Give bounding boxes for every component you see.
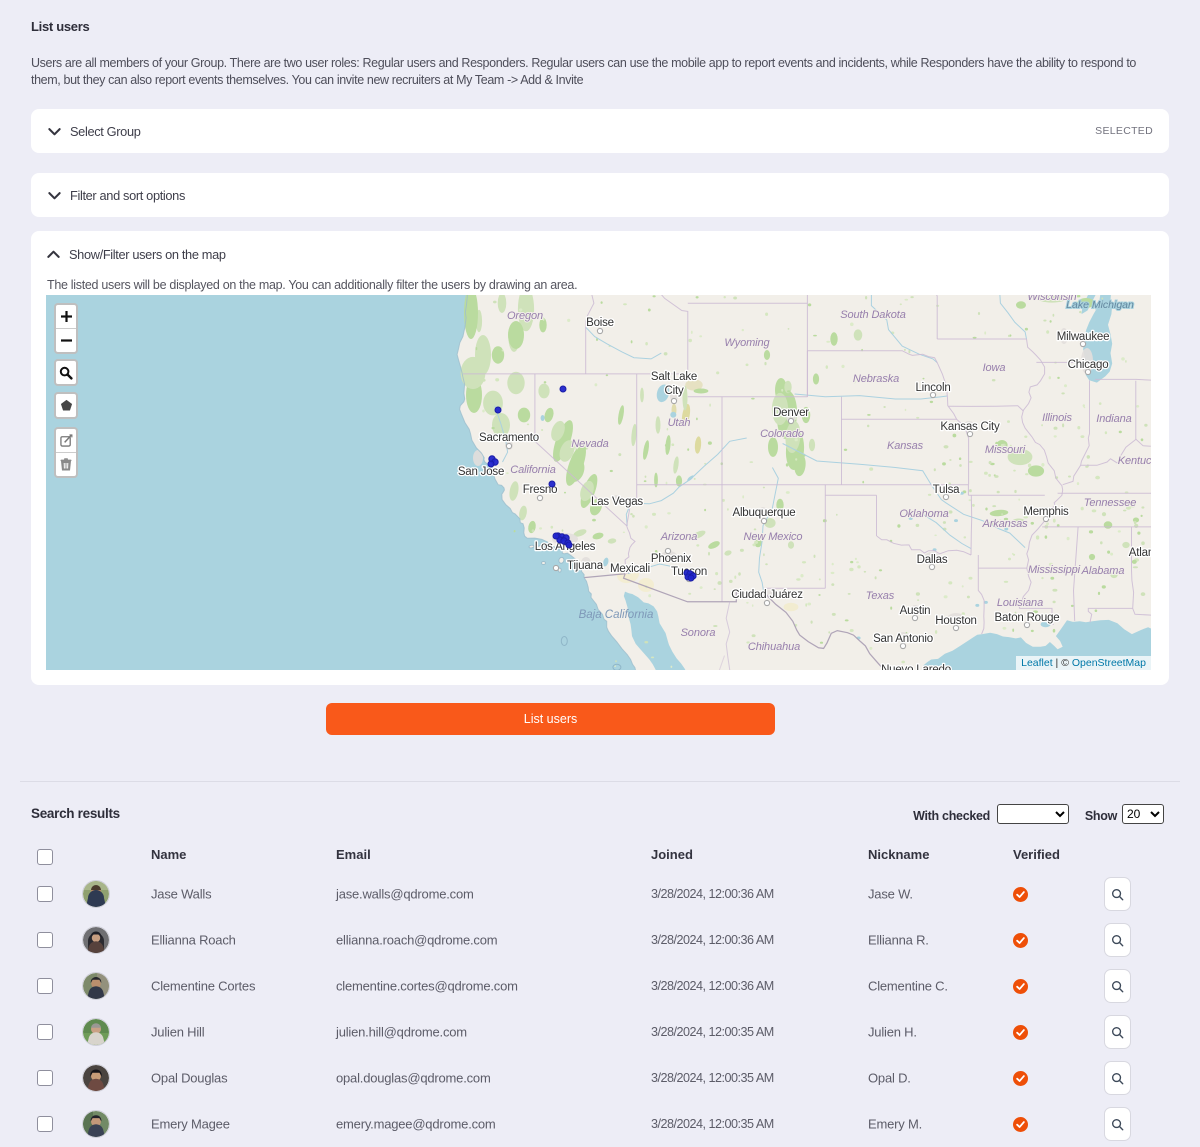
- svg-text:Atlanta: Atlanta: [1129, 547, 1151, 559]
- svg-text:Missouri: Missouri: [985, 444, 1026, 456]
- svg-text:South Dakota: South Dakota: [840, 309, 905, 321]
- svg-text:Sonora: Sonora: [681, 627, 716, 639]
- svg-text:Memphis: Memphis: [1023, 506, 1069, 518]
- svg-text:Nevada: Nevada: [571, 438, 608, 450]
- svg-text:Nuevo Laredo: Nuevo Laredo: [881, 664, 951, 670]
- svg-text:Dallas: Dallas: [917, 554, 948, 566]
- svg-text:Ciudad Juárez: Ciudad Juárez: [731, 589, 803, 601]
- svg-text:Texas: Texas: [866, 590, 895, 602]
- svg-text:Mississippi: Mississippi: [1028, 564, 1081, 576]
- svg-text:Illinois: Illinois: [1042, 412, 1072, 424]
- svg-text:Indiana: Indiana: [1096, 413, 1131, 425]
- svg-text:Lincoln: Lincoln: [915, 382, 950, 394]
- svg-text:Baja California: Baja California: [579, 609, 654, 621]
- svg-text:San Antonio: San Antonio: [873, 633, 933, 645]
- svg-text:San Jose: San Jose: [458, 466, 504, 478]
- svg-text:Houston: Houston: [935, 615, 976, 627]
- svg-text:Tulsa: Tulsa: [933, 484, 960, 496]
- svg-text:Iowa: Iowa: [983, 362, 1006, 374]
- svg-text:Oregon: Oregon: [507, 310, 543, 322]
- svg-text:Wyoming: Wyoming: [724, 337, 770, 349]
- svg-text:Kansas City: Kansas City: [940, 421, 1000, 433]
- svg-text:Milwaukee: Milwaukee: [1057, 331, 1110, 343]
- svg-text:Alabama: Alabama: [1081, 565, 1125, 577]
- svg-text:California: California: [510, 464, 555, 476]
- svg-text:Mexicali: Mexicali: [610, 563, 650, 575]
- svg-text:Arizona: Arizona: [660, 531, 698, 543]
- svg-text:Albuquerque: Albuquerque: [732, 507, 795, 519]
- svg-text:Colorado: Colorado: [760, 428, 804, 440]
- svg-text:Arkansas: Arkansas: [981, 518, 1028, 530]
- svg-text:Austin: Austin: [900, 605, 931, 617]
- svg-text:Baton Rouge: Baton Rouge: [995, 612, 1060, 624]
- svg-text:Chicago: Chicago: [1068, 359, 1109, 371]
- svg-text:Las Vegas: Las Vegas: [591, 496, 643, 508]
- svg-text:Chihuahua: Chihuahua: [748, 641, 800, 653]
- svg-text:Tijuana: Tijuana: [567, 560, 604, 572]
- svg-text:Oklahoma: Oklahoma: [899, 508, 948, 520]
- svg-text:Utah: Utah: [668, 417, 691, 429]
- svg-text:New Mexico: New Mexico: [744, 531, 803, 543]
- svg-text:Phoenix: Phoenix: [651, 553, 692, 565]
- svg-text:Boise: Boise: [586, 317, 614, 329]
- svg-text:Denver: Denver: [773, 407, 809, 419]
- svg-text:City: City: [664, 385, 683, 397]
- svg-text:Nebraska: Nebraska: [853, 373, 899, 385]
- svg-text:Salt Lake: Salt Lake: [651, 371, 697, 383]
- svg-text:Sacramento: Sacramento: [479, 432, 539, 444]
- svg-text:Lake Michigan: Lake Michigan: [1066, 299, 1134, 311]
- svg-text:Kansas: Kansas: [887, 440, 924, 452]
- svg-text:Tennessee: Tennessee: [1084, 497, 1137, 509]
- svg-text:Kentucky: Kentucky: [1118, 455, 1151, 467]
- svg-text:Louisiana: Louisiana: [997, 597, 1043, 609]
